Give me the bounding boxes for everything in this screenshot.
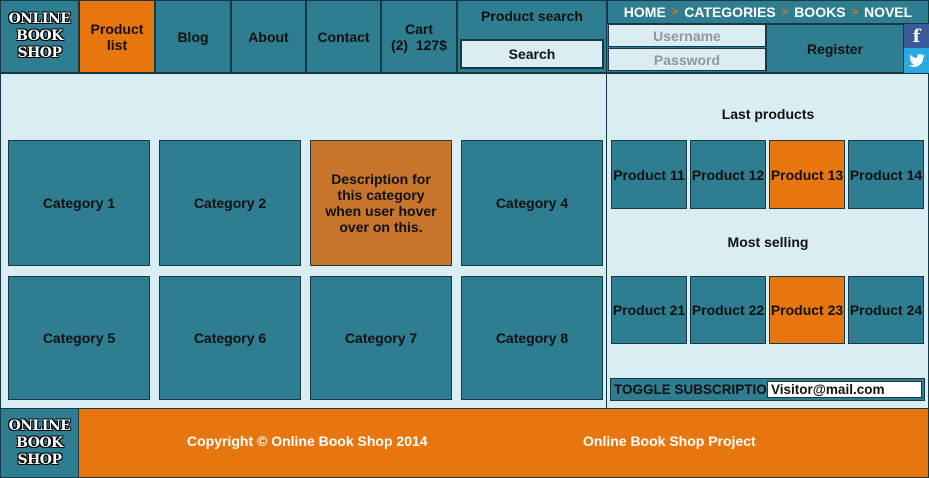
cart-label: Cart bbox=[404, 20, 433, 37]
most-selling-item-2[interactable]: Product 22 bbox=[690, 276, 766, 344]
category-tile-1[interactable]: Category 1 bbox=[8, 140, 150, 266]
footer-logo[interactable]: ONLINE BOOK SHOP bbox=[0, 408, 79, 478]
twitter-bird-glyph bbox=[908, 53, 925, 67]
logo-line-2: BOOK bbox=[16, 28, 63, 44]
cart-summary: (2) 127$ bbox=[390, 36, 448, 53]
most-selling-item-4[interactable]: Product 24 bbox=[848, 276, 924, 344]
logo-line-3: SHOP bbox=[17, 45, 62, 61]
footer-copyright: Copyright © Online Book Shop 2014 bbox=[187, 433, 428, 449]
footer-logo-line-1: ONLINE bbox=[8, 417, 71, 434]
password-field[interactable]: Password bbox=[608, 48, 766, 71]
category-tile-3-hover-description[interactable]: Description for this category when user … bbox=[310, 140, 452, 266]
header-logo[interactable]: ONLINE BOOK SHOP bbox=[0, 0, 79, 73]
category-tile-8[interactable]: Category 8 bbox=[461, 276, 603, 400]
footer bbox=[0, 408, 929, 478]
category-tile-7[interactable]: Category 7 bbox=[310, 276, 452, 400]
footer-logo-line-2: BOOK bbox=[16, 434, 63, 451]
toggle-subscription-label[interactable]: TOGGLE SUBSCRIPTION bbox=[614, 382, 777, 398]
nav-product-list-line1: Product bbox=[90, 20, 144, 37]
footer-project-name: Online Book Shop Project bbox=[583, 433, 756, 449]
last-product-item-1[interactable]: Product 11 bbox=[611, 140, 687, 209]
last-product-item-2[interactable]: Product 12 bbox=[690, 140, 766, 209]
category-tile-5[interactable]: Category 5 bbox=[8, 276, 150, 400]
nav-product-list[interactable]: Product list bbox=[79, 0, 155, 73]
most-selling-item-3[interactable]: Product 23 bbox=[769, 276, 845, 344]
nav-cart[interactable]: Cart (2) 127$ bbox=[381, 0, 457, 73]
last-products-title: Last products bbox=[721, 106, 815, 122]
product-search-label: Product search bbox=[481, 8, 583, 24]
breadcrumb-categories[interactable]: CATEGORIES bbox=[684, 4, 776, 20]
most-selling-title: Most selling bbox=[727, 234, 809, 250]
nav-about[interactable]: About bbox=[231, 0, 306, 73]
search-button[interactable]: Search bbox=[460, 39, 604, 69]
breadcrumb-separator: > bbox=[851, 6, 858, 18]
last-product-item-3[interactable]: Product 13 bbox=[769, 140, 845, 209]
footer-logo-line-3: SHOP bbox=[17, 451, 62, 468]
register-button[interactable]: Register bbox=[766, 24, 904, 73]
nav-product-list-line2: list bbox=[106, 36, 128, 53]
category-tile-2[interactable]: Category 2 bbox=[159, 140, 301, 266]
category-tile-4[interactable]: Category 4 bbox=[461, 140, 603, 266]
logo-line-1: ONLINE bbox=[8, 11, 71, 27]
breadcrumb-books[interactable]: BOOKS bbox=[794, 4, 845, 20]
breadcrumb-separator: > bbox=[671, 6, 679, 18]
breadcrumb-home[interactable]: HOME bbox=[624, 4, 666, 20]
last-product-item-4[interactable]: Product 14 bbox=[848, 140, 924, 209]
breadcrumb: HOME > CATEGORIES > BOOKS > NOVEL bbox=[607, 0, 929, 24]
facebook-icon[interactable]: f bbox=[904, 24, 929, 48]
twitter-icon[interactable] bbox=[904, 48, 929, 73]
nav-blog[interactable]: Blog bbox=[155, 0, 231, 73]
most-selling-item-1[interactable]: Product 21 bbox=[611, 276, 687, 344]
breadcrumb-novel[interactable]: NOVEL bbox=[864, 4, 912, 20]
username-field[interactable]: Username bbox=[608, 24, 766, 47]
nav-contact[interactable]: Contact bbox=[306, 0, 381, 73]
breadcrumb-separator: > bbox=[781, 6, 789, 18]
subscription-email-field[interactable]: Visitor@mail.com bbox=[767, 381, 922, 398]
category-tile-6[interactable]: Category 6 bbox=[159, 276, 301, 400]
